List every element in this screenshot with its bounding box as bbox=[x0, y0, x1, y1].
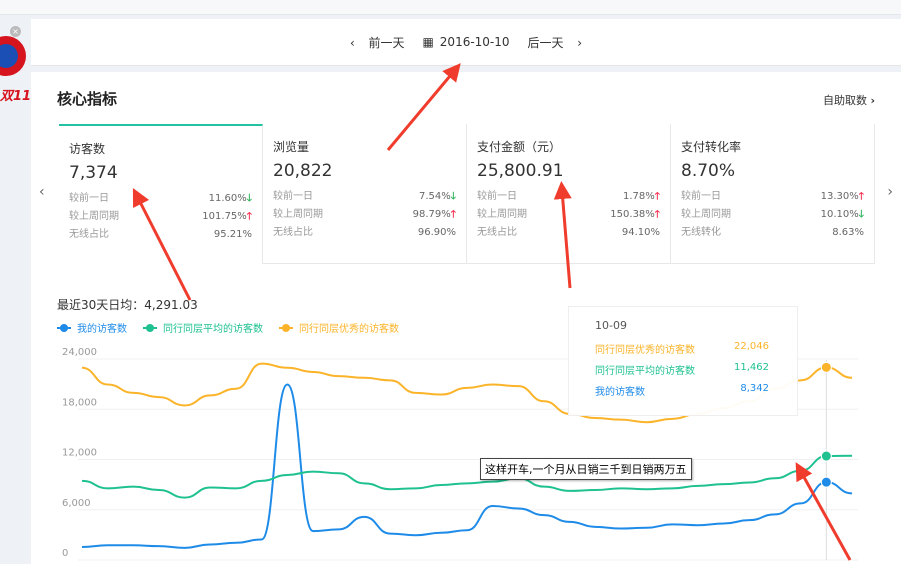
y-tick-label: 12,000 bbox=[62, 448, 97, 459]
y-tick-label: 18,000 bbox=[62, 397, 97, 408]
tooltip-row: 同行同层优秀的访客数 22,046 bbox=[595, 341, 769, 356]
chart-tooltip: 10-09 同行同层优秀的访客数 22,046 同行同层平均的访客数 11,462 … bbox=[568, 306, 798, 416]
series-point[interactable] bbox=[820, 476, 832, 488]
tooltip-value: 22,046 bbox=[734, 341, 769, 352]
visitor-line-chart: 24,000 18,000 12,000 6,000 0 bbox=[62, 347, 858, 561]
tooltip-date: 10-09 bbox=[595, 319, 627, 332]
y-tick-label: 0 bbox=[62, 548, 68, 559]
annotation-tooltip: 这样开车,一个月从日销三千到日销两万五 bbox=[480, 458, 692, 480]
series-point[interactable] bbox=[820, 450, 832, 462]
series-line bbox=[81, 454, 853, 499]
tooltip-row: 我的访客数 8,342 bbox=[595, 383, 769, 398]
y-tick-label: 6,000 bbox=[62, 498, 91, 509]
tooltip-label: 同行同层平均的访客数 bbox=[595, 366, 695, 377]
series-point[interactable] bbox=[820, 361, 832, 373]
tooltip-row: 同行同层平均的访客数 11,462 bbox=[595, 362, 769, 377]
tooltip-label: 我的访客数 bbox=[595, 387, 645, 398]
tooltip-value: 11,462 bbox=[734, 362, 769, 373]
y-tick-label: 24,000 bbox=[62, 347, 97, 358]
tooltip-label: 同行同层优秀的访客数 bbox=[595, 345, 695, 356]
tooltip-value: 8,342 bbox=[740, 383, 769, 394]
